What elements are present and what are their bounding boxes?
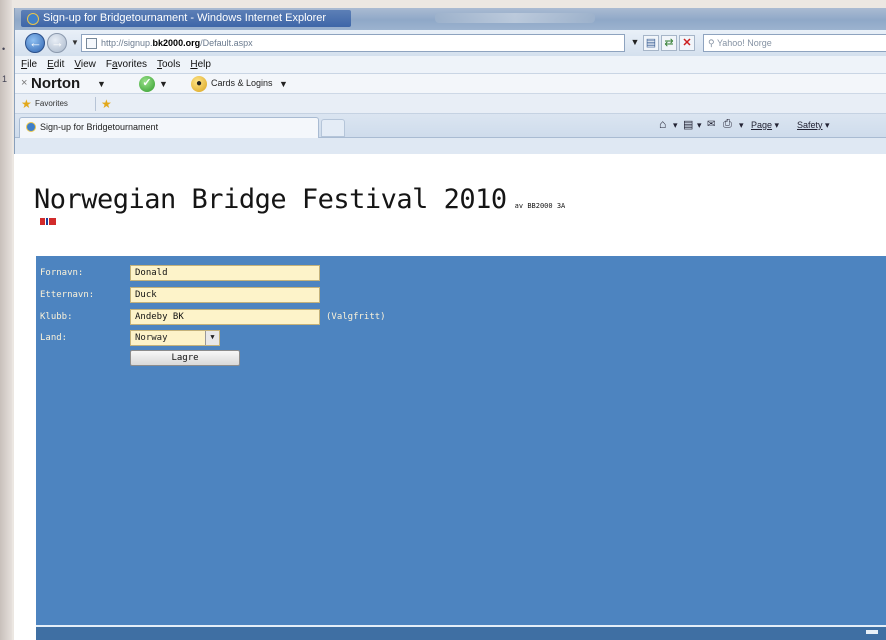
print-icon[interactable]: ⎙ [723, 118, 732, 131]
favorites-bar: ★ Favorites ★ [15, 94, 886, 114]
forward-button[interactable] [47, 33, 67, 53]
land-selected-value: Norway [135, 333, 168, 343]
url-path: /Default.aspx [200, 38, 253, 48]
menu-view[interactable]: View [74, 59, 96, 70]
home-icon[interactable]: ⌂ [659, 117, 666, 131]
check-dropdown-icon[interactable]: ▼ [159, 79, 168, 89]
etternavn-label: Etternavn: [40, 290, 95, 300]
fornavn-field[interactable]: Donald [130, 265, 320, 281]
chevron-down-icon[interactable]: ▼ [205, 331, 219, 345]
taskbar-blur [435, 13, 595, 23]
klubb-optional-hint: (Valgfritt) [326, 312, 386, 322]
title-bar[interactable]: Sign-up for Bridgetournament - Windows I… [15, 8, 886, 30]
home-dropdown-icon[interactable]: ▾ [673, 120, 678, 131]
signup-form: Fornavn: Donald Etternavn: Duck Klubb: A… [36, 256, 886, 625]
safety-menu[interactable]: Safety ▾ [797, 120, 830, 131]
refresh-icon[interactable]: ⇄ [661, 35, 677, 51]
page-icon [86, 37, 97, 49]
desktop-glyph: 1 [2, 74, 8, 84]
tab-title: Sign-up for Bridgetournament [40, 122, 159, 132]
stop-icon[interactable]: ✕ [679, 35, 695, 51]
scroll-handle[interactable] [866, 630, 878, 634]
feeds-icon[interactable]: ▤ [683, 118, 693, 131]
page-menu[interactable]: Page ▾ [751, 120, 779, 131]
norton-toolbar: × Norton ▼ ✓ ▼ ● Cards & Logins ▼ [15, 74, 886, 94]
ie-tab-icon [26, 122, 36, 132]
cards-logins-button[interactable]: Cards & Logins [211, 78, 273, 88]
star-icon[interactable]: ★ [21, 97, 32, 111]
flag-icon [40, 218, 56, 225]
menu-help[interactable]: Help [190, 59, 211, 70]
add-favorite-icon[interactable]: ★ [101, 97, 112, 111]
url-prefix: http://signup. [101, 38, 153, 48]
norton-menu[interactable]: Norton [31, 75, 80, 92]
mail-icon[interactable]: ✉ [707, 119, 715, 130]
menu-edit[interactable]: Edit [47, 59, 64, 70]
compatibility-view-icon[interactable]: ▤ [643, 35, 659, 51]
cards-icon[interactable]: ● [191, 76, 207, 92]
tab-row: Sign-up for Bridgetournament ⌂ ▾ ▤ ▾ ✉ ⎙… [15, 114, 886, 138]
search-placeholder: Yahoo! Norge [716, 38, 772, 48]
check-icon[interactable]: ✓ [139, 76, 155, 92]
etternavn-field[interactable]: Duck [130, 287, 320, 303]
land-select[interactable]: Norway ▼ [130, 330, 220, 346]
window-title: Sign-up for Bridgetournament - Windows I… [43, 12, 327, 24]
fornavn-label: Fornavn: [40, 268, 84, 278]
page-subtitle: av BB2000 3A [514, 202, 566, 210]
new-tab-button[interactable] [321, 119, 345, 137]
bottom-bar [36, 625, 886, 640]
close-toolbar-icon[interactable]: × [21, 77, 27, 89]
address-dropdown-icon[interactable]: ▼ [627, 35, 643, 51]
menu-bar: File Edit View Favorites Tools Help [15, 56, 886, 74]
back-button[interactable] [25, 33, 45, 53]
address-row: ▼ http://signup.bk2000.org/Default.aspx … [15, 30, 886, 56]
feeds-dropdown-icon[interactable]: ▾ [697, 120, 702, 131]
menu-file[interactable]: File [21, 59, 37, 70]
cards-dropdown-icon[interactable]: ▼ [279, 79, 288, 89]
page-content: Norwegian Bridge Festival 2010 av BB2000 … [14, 154, 886, 640]
land-label: Land: [40, 333, 68, 343]
url-host: bk2000.org [152, 38, 201, 48]
klubb-label: Klubb: [40, 312, 73, 322]
tab-active[interactable]: Sign-up for Bridgetournament [19, 117, 319, 138]
separator [95, 97, 96, 111]
print-dropdown-icon[interactable]: ▾ [739, 120, 744, 131]
search-input[interactable]: ⚲ Yahoo! Norge [703, 34, 886, 52]
page-title: Norwegian Bridge Festival 2010 av BB2000 … [34, 184, 566, 215]
save-button[interactable]: Lagre [130, 350, 240, 366]
favorites-button[interactable]: Favorites [35, 99, 68, 108]
desktop-glyph: • [2, 44, 6, 54]
klubb-field[interactable]: Andeby BK [130, 309, 320, 325]
desktop-edge: • 1 [0, 0, 12, 640]
recent-pages-dropdown-icon[interactable]: ▼ [71, 38, 79, 47]
menu-tools[interactable]: Tools [157, 59, 180, 70]
norton-dropdown-icon[interactable]: ▼ [97, 79, 106, 89]
ie-icon [27, 13, 39, 25]
search-icon: ⚲ [708, 38, 715, 48]
address-field[interactable]: http://signup. bk2000.org/Default.aspx [81, 34, 625, 52]
menu-favorites[interactable]: Favorites [106, 59, 147, 70]
